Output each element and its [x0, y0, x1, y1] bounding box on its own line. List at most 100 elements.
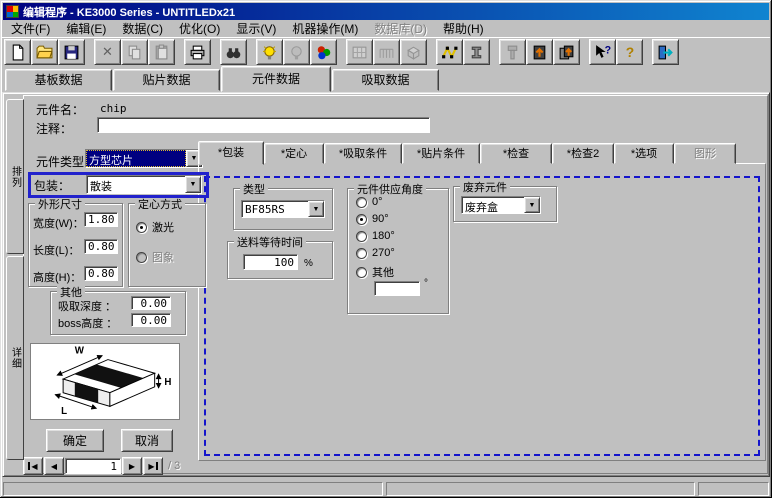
last-bar-icon: [155, 462, 158, 470]
print-button[interactable]: [184, 39, 211, 65]
subtab-inspection2[interactable]: *检查2: [552, 143, 614, 164]
board-grid-icon: [352, 46, 367, 58]
menu-edit[interactable]: 编辑(E): [58, 20, 114, 37]
first-arrow-icon: ◀: [31, 461, 38, 471]
optimize-button[interactable]: [310, 39, 337, 65]
open-file-button[interactable]: [31, 39, 58, 65]
radio-icon[interactable]: [356, 230, 367, 242]
radio-angle-90[interactable]: 90°: [356, 213, 389, 225]
app-icon: [6, 5, 19, 18]
delete-button: ✕: [94, 39, 121, 65]
tab-component-data[interactable]: 元件数据: [221, 66, 331, 92]
route-button[interactable]: [436, 39, 463, 65]
subtab-placement-conditions[interactable]: *贴片条件: [402, 143, 480, 164]
width-input[interactable]: [84, 212, 118, 227]
radio-icon[interactable]: [356, 266, 367, 278]
app-window: 编辑程序 - KE3000 Series - UNTITLEDx21 文件(F)…: [0, 0, 772, 498]
radio-icon: [136, 251, 147, 263]
help-button[interactable]: ?: [616, 39, 643, 65]
comment-input[interactable]: [97, 117, 430, 133]
tab-board-data[interactable]: 基板数据: [5, 69, 112, 91]
subtab-package[interactable]: *包装: [198, 141, 264, 165]
cancel-button[interactable]: 取消: [121, 429, 173, 452]
exit-button[interactable]: [652, 39, 679, 65]
save-button[interactable]: [58, 39, 85, 65]
new-file-button[interactable]: [4, 39, 31, 65]
pickup-depth-input[interactable]: [131, 296, 171, 310]
chevron-down-icon[interactable]: ▼: [524, 197, 540, 213]
prev-arrow-icon: ◀: [50, 461, 58, 471]
pager-last-button[interactable]: ▶: [143, 457, 163, 475]
hint-bulb-button[interactable]: [256, 39, 283, 65]
pager-next-button[interactable]: ▶: [122, 457, 142, 475]
download-button[interactable]: [526, 39, 553, 65]
open-folder-icon: [36, 45, 53, 58]
subtab-centering[interactable]: *定心: [264, 143, 324, 164]
menu-machine[interactable]: 机器操作(M): [284, 20, 366, 37]
radio-icon[interactable]: [356, 196, 367, 208]
chevron-down-icon[interactable]: ▼: [185, 176, 201, 193]
lamp-off-icon: [291, 45, 302, 59]
pager-record-input[interactable]: [65, 458, 121, 474]
save-floppy-icon: [64, 45, 79, 59]
context-help-button[interactable]: ?: [589, 39, 616, 65]
binoculars-icon: [226, 47, 241, 58]
pager-prev-button[interactable]: ◀: [44, 457, 64, 475]
download-all-button[interactable]: [553, 39, 580, 65]
boss-height-input[interactable]: [131, 313, 171, 327]
menu-database: 数据库(D): [374, 22, 427, 36]
menu-optimize[interactable]: 优化(O): [171, 20, 228, 37]
radio-angle-180[interactable]: 180°: [356, 230, 395, 242]
menu-view[interactable]: 显示(V): [228, 20, 284, 37]
feed-wait-input[interactable]: [243, 254, 298, 270]
menu-file[interactable]: 文件(F): [3, 20, 58, 37]
help-pointer-icon: ?: [596, 44, 611, 58]
subtab-options[interactable]: *选项: [614, 143, 674, 164]
radio-icon[interactable]: [356, 247, 367, 259]
delete-x-icon: ✕: [102, 44, 113, 59]
discard-combobox[interactable]: 废弃盒 ▼: [461, 196, 541, 214]
radio-icon[interactable]: [356, 213, 367, 225]
radio-angle-0[interactable]: 0°: [356, 196, 383, 208]
radio-angle-other[interactable]: 其他: [356, 264, 394, 280]
feeder-button: [373, 39, 400, 65]
tab-placement-data[interactable]: 贴片数据: [113, 69, 220, 91]
menu-help[interactable]: 帮助(H): [435, 20, 492, 37]
radio-laser[interactable]: 激光: [136, 219, 174, 235]
title-bar[interactable]: 编辑程序 - KE3000 Series - UNTITLEDx21: [3, 3, 769, 20]
subtab-inspection[interactable]: *检查: [480, 143, 552, 164]
pager-first-button[interactable]: ◀: [23, 457, 43, 475]
find-button[interactable]: [220, 39, 247, 65]
chip-diagram: W H L: [30, 343, 180, 420]
component-type-combobox[interactable]: 方型芯片 ▼: [85, 149, 203, 168]
svg-text:?: ?: [605, 44, 611, 56]
cube-icon: [407, 46, 420, 60]
next-arrow-icon: ▶: [128, 461, 136, 471]
subtab-graphics: 图形: [674, 143, 736, 164]
svg-text:W: W: [75, 346, 85, 357]
menu-bar: 文件(F) 编辑(E) 数据(C) 优化(O) 显示(V) 机器操作(M) 数据…: [3, 21, 769, 36]
length-input[interactable]: [84, 239, 118, 254]
package-label: 包装：: [34, 179, 71, 193]
route-zigzag-icon: [442, 45, 458, 59]
svg-text:?: ?: [626, 44, 634, 60]
feeder-type-combobox[interactable]: BF85RS ▼: [241, 200, 325, 218]
menu-data[interactable]: 数据(C): [114, 20, 171, 37]
package-combobox[interactable]: 散装 ▼: [86, 175, 202, 194]
radio-angle-270[interactable]: 270°: [356, 247, 395, 259]
width-label: 宽度(W)：: [33, 218, 84, 230]
angle-other-input[interactable]: [374, 281, 420, 296]
ok-button[interactable]: 确定: [46, 429, 104, 452]
comment-label: 注释：: [36, 122, 73, 136]
svg-text:L: L: [61, 406, 67, 417]
radio-icon[interactable]: [136, 221, 147, 233]
ibeam-button[interactable]: [463, 39, 490, 65]
chevron-down-icon[interactable]: ▼: [308, 201, 324, 217]
subtab-pickup-conditions[interactable]: *吸取条件: [324, 143, 402, 164]
lamp-off-button: [283, 39, 310, 65]
side-tab-detail[interactable]: 详细: [6, 256, 24, 460]
side-tab-arrangement[interactable]: 排列: [6, 99, 24, 254]
tab-pickup-data[interactable]: 吸取数据: [332, 69, 439, 91]
height-input[interactable]: [84, 266, 118, 281]
component-name-value: chip: [100, 102, 127, 115]
